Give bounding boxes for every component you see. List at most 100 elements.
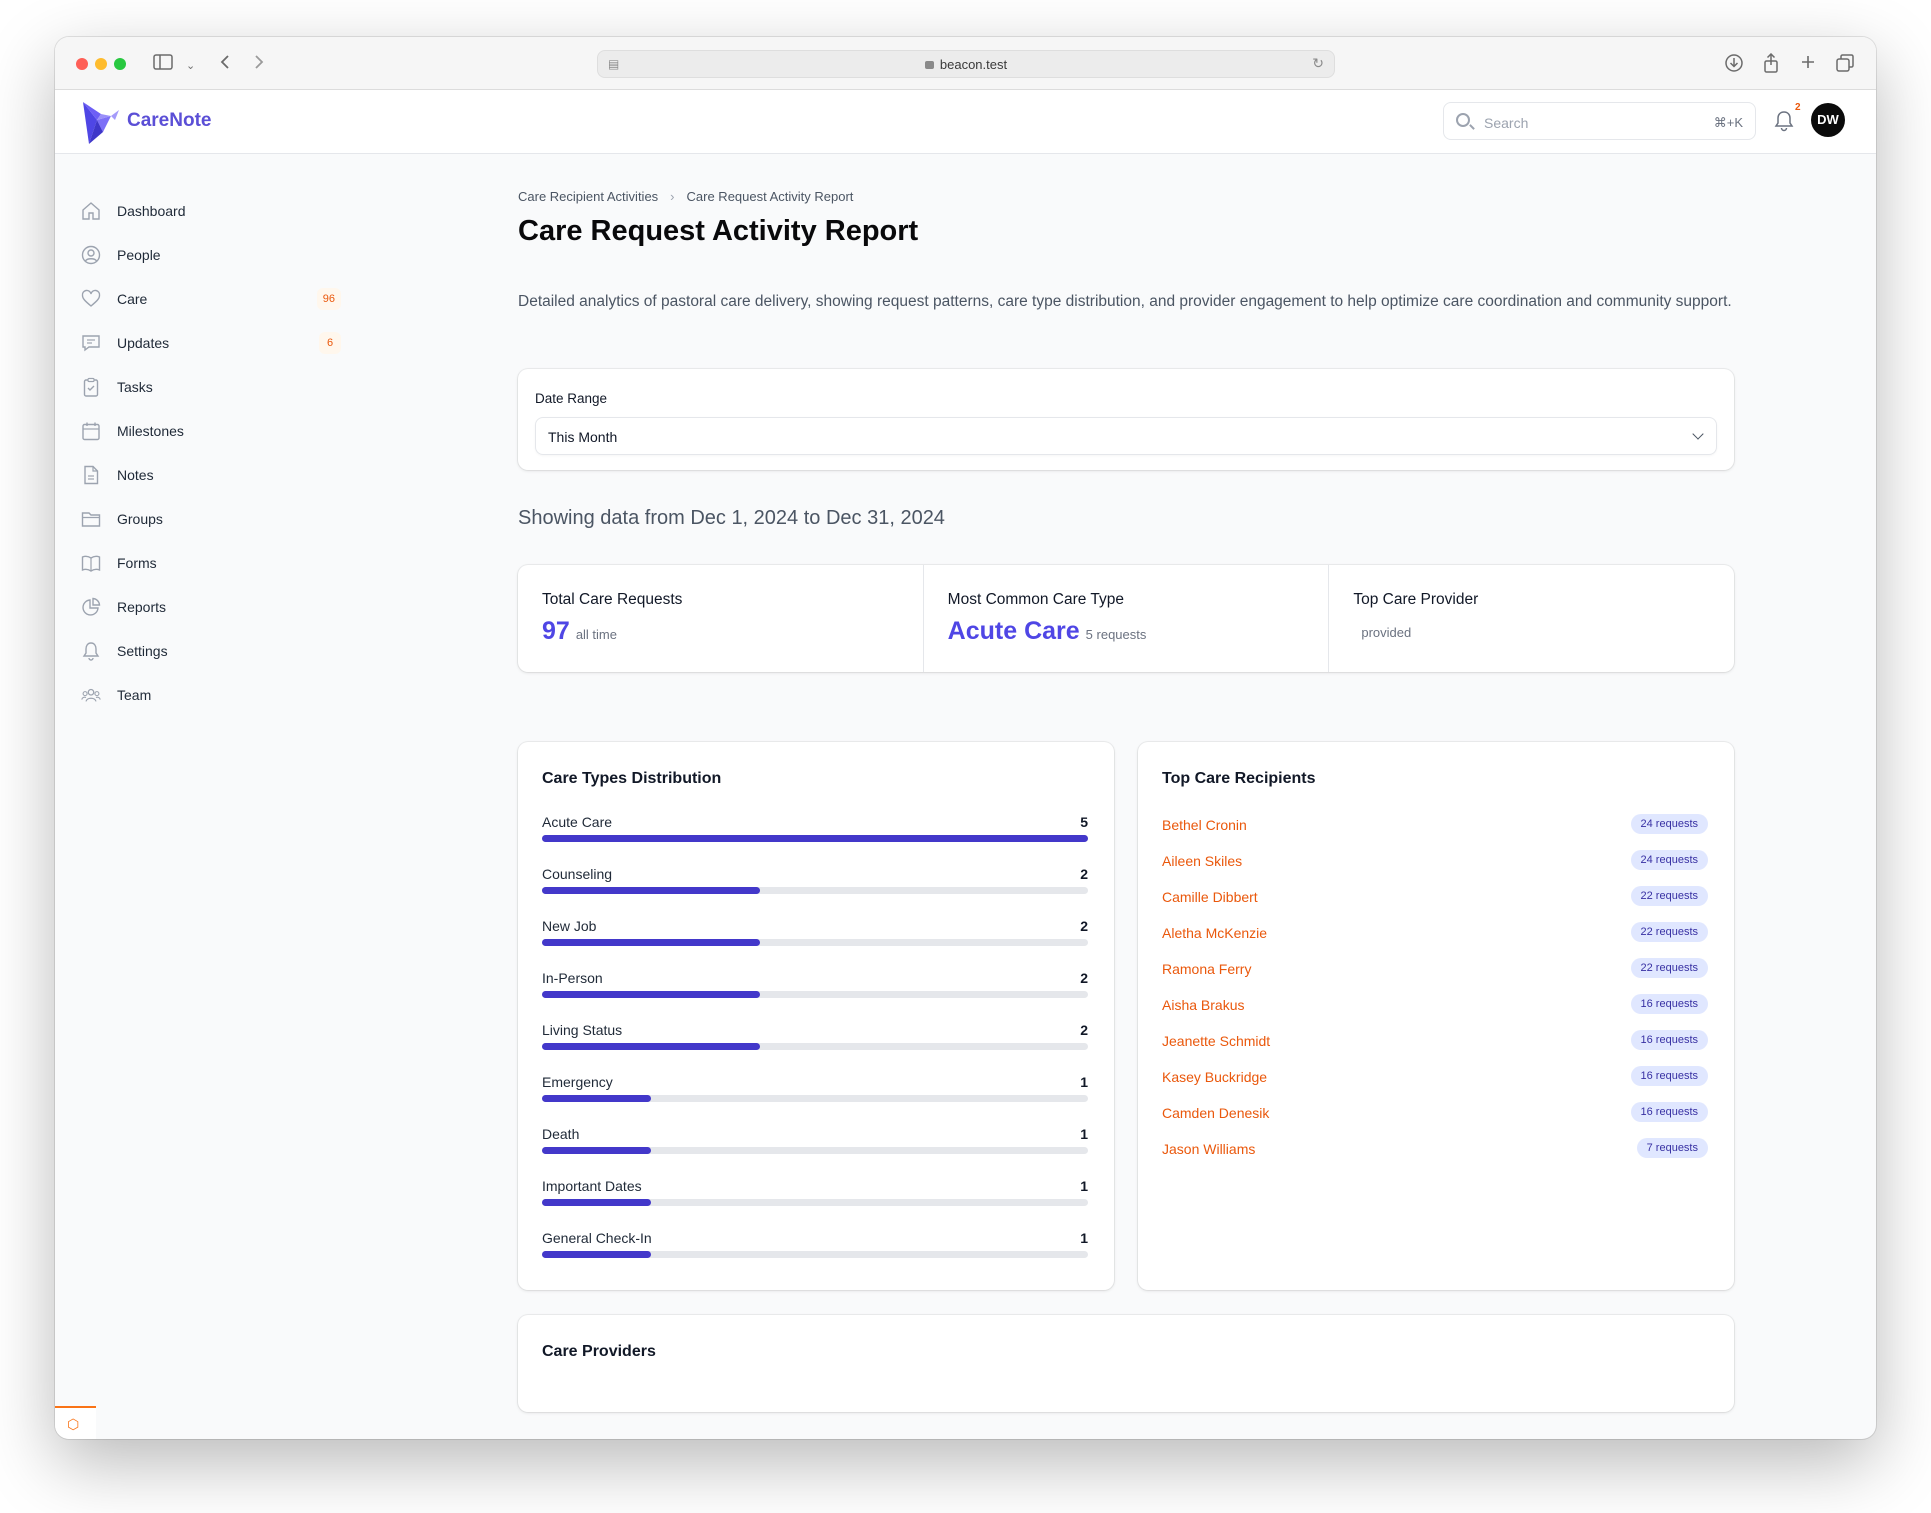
sidebar-item-label: Care: [117, 291, 148, 307]
date-range-filter-card: Date Range This Month: [518, 369, 1734, 470]
breadcrumb-parent-link[interactable]: Care Recipient Activities: [518, 189, 658, 204]
request-count-badge: 22 requests: [1630, 886, 1708, 906]
lock-icon: [924, 61, 934, 69]
care-type-name: In-Person: [542, 970, 603, 986]
date-range-value: This Month: [548, 429, 618, 445]
progress-track: [542, 1095, 1088, 1102]
distribution-row: Emergency 1: [542, 1074, 1088, 1116]
care-type-count: 2: [1080, 1022, 1088, 1038]
recipient-name-link[interactable]: Kasey Buckridge: [1162, 1069, 1267, 1085]
recipient-name-link[interactable]: Jeanette Schmidt: [1162, 1033, 1270, 1049]
stat-value: 97 all time: [542, 617, 617, 646]
back-icon[interactable]: [219, 53, 231, 75]
sidebar-toggle-icon[interactable]: [153, 53, 173, 75]
stat-value: Acute Care 5 requests: [948, 617, 1147, 646]
app-header: CareNote Search ⌘+K 2 DW: [55, 90, 1876, 154]
carenote-logo-icon[interactable]: [79, 98, 123, 146]
stat-subtext: 5 requests: [1085, 627, 1147, 642]
sidebar-item-groups[interactable]: Groups: [81, 504, 351, 534]
care-type-count: 1: [1080, 1230, 1088, 1246]
stat-number: Acute Care: [947, 617, 1080, 645]
date-range-summary: Showing data from Dec 1, 2024 to Dec 31,…: [518, 507, 945, 529]
care-type-count: 2: [1080, 866, 1088, 882]
address-bar[interactable]: ▤ beacon.test ↻: [597, 50, 1335, 78]
sidebar-item-people[interactable]: People: [81, 240, 351, 270]
brand-name[interactable]: CareNote: [127, 110, 211, 132]
minimize-window-button[interactable]: [95, 58, 107, 70]
care-type-name: Emergency: [542, 1074, 613, 1090]
sidebar-item-reports[interactable]: Reports: [81, 592, 351, 622]
sidebar-item-settings[interactable]: Settings: [81, 636, 351, 666]
progress-track: [542, 1147, 1088, 1154]
sidebar-item-milestones[interactable]: Milestones: [81, 416, 351, 446]
progress-fill: [542, 991, 761, 998]
recipient-row: Aisha Brakus 16 requests: [1162, 994, 1708, 1016]
recipient-name-link[interactable]: Jason Williams: [1162, 1141, 1255, 1157]
sidebar-item-team[interactable]: Team: [81, 680, 351, 710]
browser-toolbar: ⌄ ▤ beacon.test ↻: [55, 37, 1876, 90]
card-title: Care Providers: [542, 1343, 656, 1360]
request-count-badge: 16 requests: [1630, 1030, 1708, 1050]
recipient-name-link[interactable]: Aisha Brakus: [1162, 997, 1244, 1013]
user-avatar[interactable]: DW: [1811, 103, 1845, 137]
tab-overview-icon[interactable]: [1835, 53, 1855, 77]
forward-icon[interactable]: [253, 53, 265, 75]
stat-subtext: all time: [575, 627, 617, 642]
search-input[interactable]: Search ⌘+K: [1443, 102, 1756, 140]
chevron-down-icon[interactable]: ⌄: [186, 56, 195, 76]
notifications-bell-icon[interactable]: [1774, 110, 1794, 132]
heart-icon: [81, 289, 101, 309]
request-count-badge: 22 requests: [1630, 922, 1708, 942]
download-icon[interactable]: [1724, 53, 1744, 77]
sidebar-item-updates[interactable]: Updates 6: [81, 328, 351, 358]
progress-fill: [542, 1147, 652, 1154]
zoom-window-button[interactable]: [114, 58, 126, 70]
home-icon: [81, 201, 101, 221]
book-icon: [81, 553, 101, 573]
progress-fill: [542, 1199, 652, 1206]
recipient-name-link[interactable]: Camille Dibbert: [1162, 889, 1258, 905]
search-shortcut: ⌘+K: [1713, 115, 1743, 130]
bell-icon: [81, 641, 101, 661]
recipient-row: Aileen Skiles 24 requests: [1162, 850, 1708, 872]
sidebar-item-care[interactable]: Care 96: [81, 284, 351, 314]
recipient-name-link[interactable]: Aletha McKenzie: [1162, 925, 1267, 941]
close-window-button[interactable]: [76, 58, 88, 70]
care-type-count: 1: [1080, 1074, 1088, 1090]
breadcrumb-current[interactable]: Care Request Activity Report: [687, 189, 854, 204]
share-icon[interactable]: [1762, 52, 1780, 77]
folder-icon: [81, 509, 101, 529]
new-tab-icon[interactable]: [1799, 53, 1817, 75]
stat-most-common-care-type: Most Common Care Type Acute Care 5 reques…: [924, 565, 1330, 672]
date-range-label: Date Range: [535, 391, 608, 406]
care-type-count: 1: [1080, 1178, 1088, 1194]
recipient-name-link[interactable]: Camden Denesik: [1162, 1105, 1269, 1121]
distribution-row: Important Dates 1: [542, 1178, 1088, 1220]
recipient-row: Kasey Buckridge 16 requests: [1162, 1066, 1708, 1088]
progress-track: [542, 1199, 1088, 1206]
chat-icon: [81, 333, 101, 353]
sidebar-item-label: Updates: [117, 335, 170, 351]
sidebar-item-notes[interactable]: Notes: [81, 460, 351, 490]
sidebar-item-label: Dashboard: [117, 203, 186, 219]
date-range-select[interactable]: This Month: [535, 417, 1717, 455]
distribution-row: New Job 2: [542, 918, 1088, 960]
sidebar-item-forms[interactable]: Forms: [81, 548, 351, 578]
care-types-distribution-card: Care Types Distribution Acute Care 5 Couns…: [518, 742, 1114, 1290]
request-count-badge: 22 requests: [1630, 958, 1708, 978]
breadcrumb: Care Recipient Activities › Care Request A…: [518, 189, 853, 204]
sidebar-item-tasks[interactable]: Tasks: [81, 372, 351, 402]
recipient-row: Aletha McKenzie 22 requests: [1162, 922, 1708, 944]
progress-fill: [542, 1251, 652, 1258]
recipient-name-link[interactable]: Aileen Skiles: [1162, 853, 1242, 869]
distribution-row: Acute Care 5: [542, 814, 1088, 856]
dev-toolbar-toggle[interactable]: ⬡: [55, 1406, 96, 1439]
progress-fill: [542, 1043, 761, 1050]
request-count-badge: 24 requests: [1630, 850, 1708, 870]
stats-card: Total Care Requests 97 all time Most Comm…: [518, 565, 1734, 672]
reload-icon[interactable]: ↻: [1312, 55, 1324, 72]
recipient-name-link[interactable]: Bethel Cronin: [1162, 817, 1247, 833]
care-type-count: 1: [1080, 1126, 1088, 1142]
recipient-name-link[interactable]: Ramona Ferry: [1162, 961, 1251, 977]
sidebar-item-dashboard[interactable]: Dashboard: [81, 196, 351, 226]
